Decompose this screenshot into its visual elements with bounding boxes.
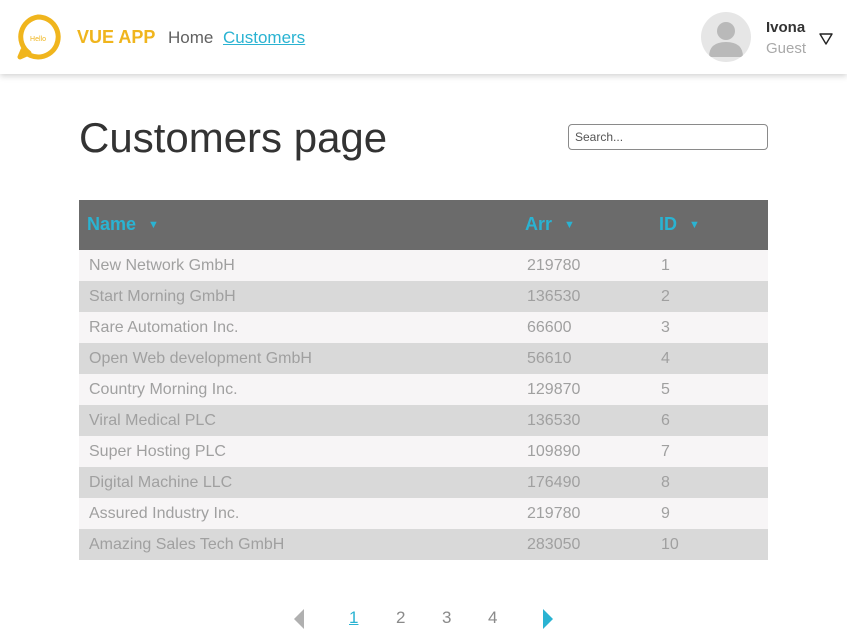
- cell-id: 1: [661, 257, 670, 274]
- user-name: Ivona: [766, 19, 806, 36]
- column-label: Arr: [525, 214, 553, 234]
- sort-caret-icon: ▼: [689, 219, 700, 231]
- table-row[interactable]: Rare Automation Inc. 66600 3: [79, 312, 768, 343]
- customers-table: Name ▼ Arr ▼ ID ▼ New Network GmbH 219780 1…: [79, 200, 768, 560]
- table-row[interactable]: Open Web development GmbH 56610 4: [79, 343, 768, 374]
- cell-name: Rare Automation Inc.: [89, 319, 239, 336]
- user-avatar[interactable]: [701, 12, 751, 62]
- column-header-name[interactable]: Name ▼: [87, 214, 159, 235]
- cell-name: Assured Industry Inc.: [89, 505, 240, 522]
- nav-link-home[interactable]: Home: [168, 28, 213, 48]
- top-navbar: Hello VUE APP Home Customers Ivona Guest: [0, 0, 847, 74]
- cell-name: Amazing Sales Tech GmbH: [89, 536, 285, 553]
- cell-name: Start Morning GmbH: [89, 288, 236, 305]
- cell-id: 3: [661, 319, 670, 336]
- cell-arr: 136530: [527, 412, 581, 429]
- cell-name: Open Web development GmbH: [89, 350, 312, 367]
- table-row[interactable]: Super Hosting PLC 109890 7: [79, 436, 768, 467]
- table-row[interactable]: Viral Medical PLC 136530 6: [79, 405, 768, 436]
- previous-page-arrow-icon[interactable]: [293, 608, 305, 630]
- cell-arr: 66600: [527, 319, 572, 336]
- table-row[interactable]: New Network GmbH 219780 1: [79, 250, 768, 281]
- user-role: Guest: [766, 40, 807, 57]
- search-input[interactable]: [568, 124, 768, 150]
- cell-name: Country Morning Inc.: [89, 381, 238, 398]
- cell-arr: 129870: [527, 381, 581, 398]
- cell-name: New Network GmbH: [89, 257, 235, 274]
- chevron-down-icon[interactable]: [819, 33, 833, 45]
- column-label: Name: [87, 214, 137, 234]
- table-row[interactable]: Assured Industry Inc. 219780 9: [79, 498, 768, 529]
- user-silhouette-icon: [709, 22, 743, 57]
- page-title: Customers page: [79, 114, 388, 161]
- table-row[interactable]: Digital Machine LLC 176490 8: [79, 467, 768, 498]
- cell-arr: 109890: [527, 443, 581, 460]
- cell-arr: 176490: [527, 474, 581, 491]
- brand-title[interactable]: VUE APP: [77, 27, 155, 48]
- cell-id: 10: [661, 536, 679, 553]
- cell-id: 2: [661, 288, 670, 305]
- cell-arr: 136530: [527, 288, 581, 305]
- cell-arr: 283050: [527, 536, 581, 553]
- sort-caret-icon: ▼: [148, 219, 159, 231]
- logo-text: Hello: [30, 36, 46, 43]
- page-number-2[interactable]: 2: [396, 608, 405, 628]
- cell-arr: 56610: [527, 350, 572, 367]
- column-header-arr[interactable]: Arr ▼: [525, 214, 575, 235]
- column-label: ID: [659, 214, 677, 234]
- table-row[interactable]: Start Morning GmbH 136530 2: [79, 281, 768, 312]
- sort-caret-icon: ▼: [564, 219, 575, 231]
- cell-id: 4: [661, 350, 670, 367]
- page-number-1[interactable]: 1: [349, 608, 358, 628]
- table-header: Name ▼ Arr ▼ ID ▼: [79, 200, 768, 250]
- cell-name: Super Hosting PLC: [89, 443, 226, 460]
- cell-id: 6: [661, 412, 670, 429]
- page-number-4[interactable]: 4: [488, 608, 497, 628]
- table-row[interactable]: Country Morning Inc. 129870 5: [79, 374, 768, 405]
- cell-id: 5: [661, 381, 670, 398]
- cell-id: 9: [661, 505, 670, 522]
- column-header-id[interactable]: ID ▼: [659, 214, 700, 235]
- table-row[interactable]: Amazing Sales Tech GmbH 283050 10: [79, 529, 768, 560]
- nav-link-customers[interactable]: Customers: [223, 28, 305, 48]
- logo-speech-bubble-icon[interactable]: Hello: [15, 14, 61, 60]
- page-number-3[interactable]: 3: [442, 608, 451, 628]
- cell-id: 8: [661, 474, 670, 491]
- pagination: 1 2 3 4: [0, 606, 847, 630]
- cell-name: Digital Machine LLC: [89, 474, 233, 491]
- cell-arr: 219780: [527, 257, 581, 274]
- cell-arr: 219780: [527, 505, 581, 522]
- next-page-arrow-icon[interactable]: [542, 608, 554, 630]
- cell-name: Viral Medical PLC: [89, 412, 216, 429]
- cell-id: 7: [661, 443, 670, 460]
